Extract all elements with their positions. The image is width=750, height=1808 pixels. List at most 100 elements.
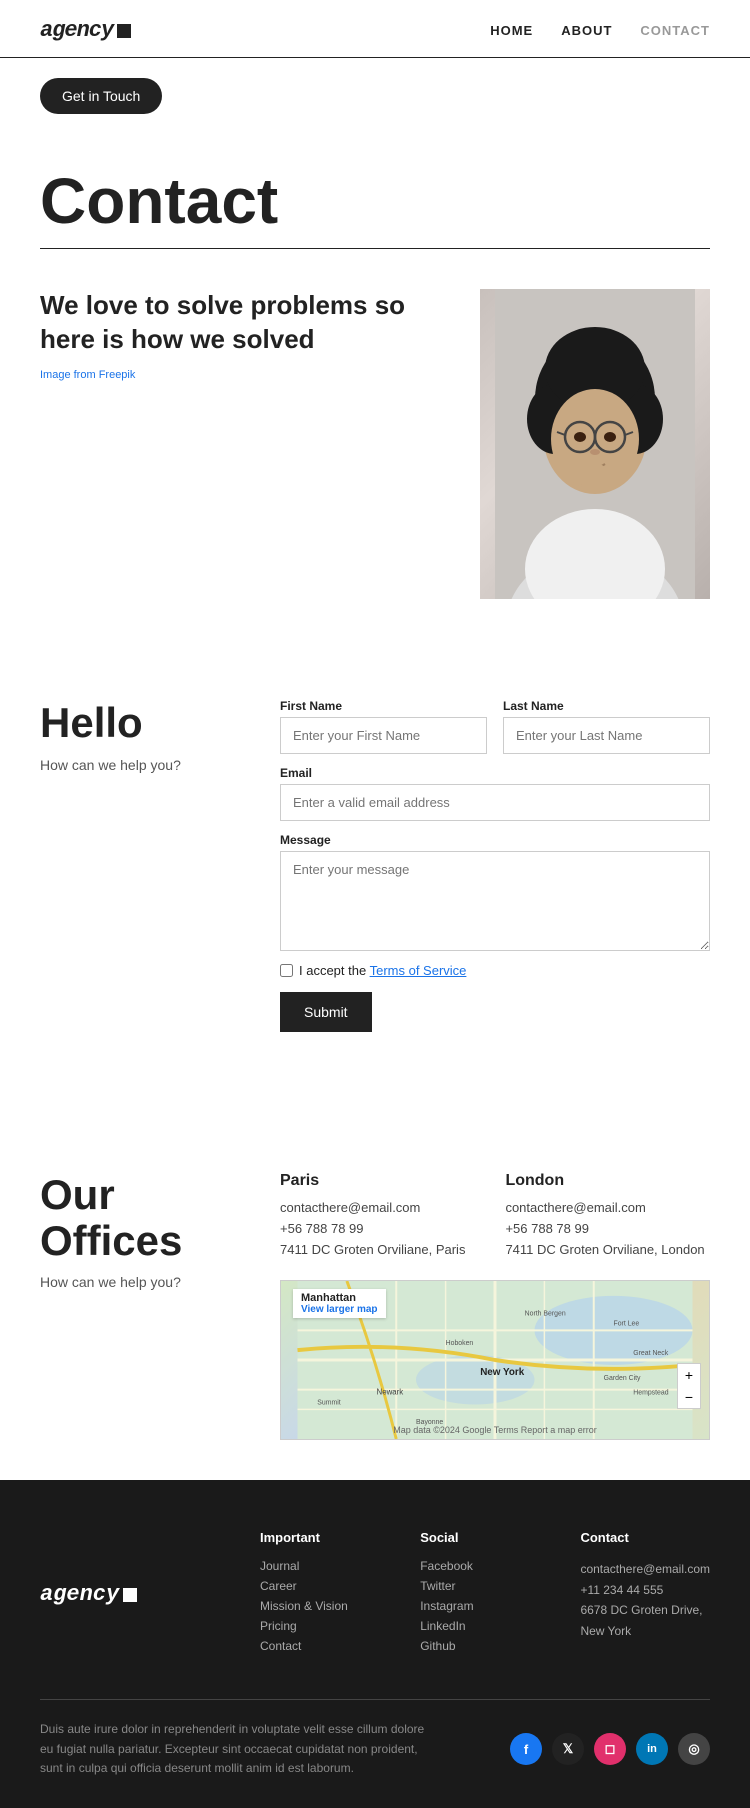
svg-text:Hempstead: Hempstead xyxy=(633,1390,668,1397)
offices-section: Our Offices How can we help you? Paris c… xyxy=(0,1112,750,1480)
freepik-link[interactable]: Freepik xyxy=(99,369,136,381)
last-name-input[interactable] xyxy=(503,717,710,754)
linkedin-icon[interactable]: in xyxy=(636,1733,668,1765)
paris-info: contacthere@email.com +56 788 78 99 7411… xyxy=(280,1198,465,1260)
nav-contact[interactable]: CONTACT xyxy=(640,23,710,38)
svg-text:Garden City: Garden City xyxy=(604,1375,641,1382)
footer-divider xyxy=(40,1699,710,1700)
footer-top: agency Important Journal Career Mission … xyxy=(40,1530,710,1659)
nav-home[interactable]: HOME xyxy=(490,23,533,38)
map-label: Manhattan View larger map xyxy=(293,1289,386,1318)
footer-logo-icon xyxy=(123,1588,137,1602)
contact-heading: Contact xyxy=(0,124,750,238)
offices-right: Paris contacthere@email.com +56 788 78 9… xyxy=(280,1172,710,1440)
svg-text:Hoboken: Hoboken xyxy=(446,1341,474,1348)
person-svg xyxy=(495,289,695,599)
get-in-touch-button[interactable]: Get in Touch xyxy=(40,78,162,114)
logo-text: agency xyxy=(40,18,113,43)
svg-text:North Bergen: North Bergen xyxy=(525,1311,566,1318)
email-input[interactable] xyxy=(280,784,710,821)
message-label: Message xyxy=(280,833,710,847)
footer-link-career[interactable]: Career xyxy=(260,1579,380,1593)
zoom-out-button[interactable]: − xyxy=(678,1386,700,1408)
hero-image-placeholder xyxy=(480,289,710,599)
form-section: Hello How can we help you? First Name La… xyxy=(0,639,750,1112)
svg-text:Summit: Summit xyxy=(317,1400,340,1407)
offices-left: Our Offices How can we help you? xyxy=(40,1172,220,1290)
nav-links: HOME ABOUT CONTACT xyxy=(490,23,710,38)
svg-text:Fort Lee: Fort Lee xyxy=(614,1321,640,1328)
footer-social-icons: f 𝕏 ◻ in ◎ xyxy=(510,1733,710,1765)
logo[interactable]: agency xyxy=(40,18,131,43)
name-row: First Name Last Name xyxy=(280,699,710,754)
map-container[interactable]: New York Newark Summit Fort Lee North Be… xyxy=(280,1280,710,1440)
footer: agency Important Journal Career Mission … xyxy=(0,1480,750,1808)
first-name-group: First Name xyxy=(280,699,487,754)
terms-text: I accept the Terms of Service xyxy=(299,963,466,978)
twitter-icon[interactable]: 𝕏 xyxy=(552,1733,584,1765)
offices-sub: How can we help you? xyxy=(40,1274,220,1290)
first-name-input[interactable] xyxy=(280,717,487,754)
instagram-icon[interactable]: ◻ xyxy=(594,1733,626,1765)
github-icon[interactable]: ◎ xyxy=(678,1733,710,1765)
footer-link-mission[interactable]: Mission & Vision xyxy=(260,1599,380,1613)
form-left: Hello How can we help you? xyxy=(40,699,220,773)
offices-cities: Paris contacthere@email.com +56 788 78 9… xyxy=(280,1172,710,1260)
hero-section: We love to solve problems so here is how… xyxy=(0,249,750,639)
zoom-in-button[interactable]: + xyxy=(678,1364,700,1386)
image-credit: Image from Freepik xyxy=(40,369,440,381)
footer-bottom: Duis aute irure dolor in reprehenderit i… xyxy=(40,1720,710,1778)
footer-social: Social Facebook Twitter Instagram Linked… xyxy=(420,1530,540,1659)
footer-linkedin[interactable]: LinkedIn xyxy=(420,1619,540,1633)
navbar: agency HOME ABOUT CONTACT xyxy=(0,0,750,58)
footer-link-pricing[interactable]: Pricing xyxy=(260,1619,380,1633)
footer-contact-info: contacthere@email.com +11 234 44 555 667… xyxy=(580,1559,710,1641)
first-name-label: First Name xyxy=(280,699,487,713)
svg-text:Newark: Newark xyxy=(377,1388,404,1397)
terms-row: I accept the Terms of Service xyxy=(280,963,710,978)
nav-about[interactable]: ABOUT xyxy=(561,23,612,38)
email-group: Email xyxy=(280,766,710,821)
message-input[interactable] xyxy=(280,851,710,951)
view-larger-map[interactable]: View larger map xyxy=(301,1304,378,1315)
footer-contact-heading: Contact xyxy=(580,1530,710,1545)
page-title: Contact xyxy=(40,164,710,238)
footer-instagram[interactable]: Instagram xyxy=(420,1599,540,1613)
footer-logo: agency xyxy=(40,1530,220,1659)
last-name-label: Last Name xyxy=(503,699,710,713)
paris-city: Paris xyxy=(280,1172,465,1190)
footer-link-contact[interactable]: Contact xyxy=(260,1639,380,1653)
london-info: contacthere@email.com +56 788 78 99 7411… xyxy=(505,1198,704,1260)
submit-button[interactable]: Submit xyxy=(280,992,372,1032)
footer-important-links: Journal Career Mission & Vision Pricing … xyxy=(260,1559,380,1653)
london-office: London contacthere@email.com +56 788 78 … xyxy=(505,1172,704,1260)
footer-contact: Contact contacthere@email.com +11 234 44… xyxy=(580,1530,710,1659)
logo-icon xyxy=(117,24,131,38)
hero-image xyxy=(480,289,710,599)
footer-github[interactable]: Github xyxy=(420,1639,540,1653)
map-bg: New York Newark Summit Fort Lee North Be… xyxy=(281,1281,709,1439)
last-name-group: Last Name xyxy=(503,699,710,754)
cta-wrap: Get in Touch xyxy=(0,58,750,124)
offices-heading: Our Offices xyxy=(40,1172,220,1264)
terms-checkbox[interactable] xyxy=(280,964,293,977)
map-footer: Map data ©2024 Google Terms Report a map… xyxy=(281,1425,709,1435)
message-group: Message xyxy=(280,833,710,951)
form-subheading: How can we help you? xyxy=(40,757,220,773)
footer-twitter[interactable]: Twitter xyxy=(420,1579,540,1593)
contact-form: First Name Last Name Email Message I acc… xyxy=(280,699,710,1032)
hero-heading: We love to solve problems so here is how… xyxy=(40,289,440,357)
footer-important-heading: Important xyxy=(260,1530,380,1545)
footer-facebook[interactable]: Facebook xyxy=(420,1559,540,1573)
footer-text: Duis aute irure dolor in reprehenderit i… xyxy=(40,1720,440,1778)
footer-important: Important Journal Career Mission & Visio… xyxy=(260,1530,380,1659)
map-zoom-controls: + − xyxy=(677,1363,701,1409)
footer-social-links: Facebook Twitter Instagram LinkedIn Gith… xyxy=(420,1559,540,1653)
hero-text: We love to solve problems so here is how… xyxy=(40,289,440,381)
facebook-icon[interactable]: f xyxy=(510,1733,542,1765)
email-label: Email xyxy=(280,766,710,780)
terms-link[interactable]: Terms of Service xyxy=(370,963,467,978)
footer-social-heading: Social xyxy=(420,1530,540,1545)
form-heading: Hello xyxy=(40,699,220,747)
footer-link-journal[interactable]: Journal xyxy=(260,1559,380,1573)
